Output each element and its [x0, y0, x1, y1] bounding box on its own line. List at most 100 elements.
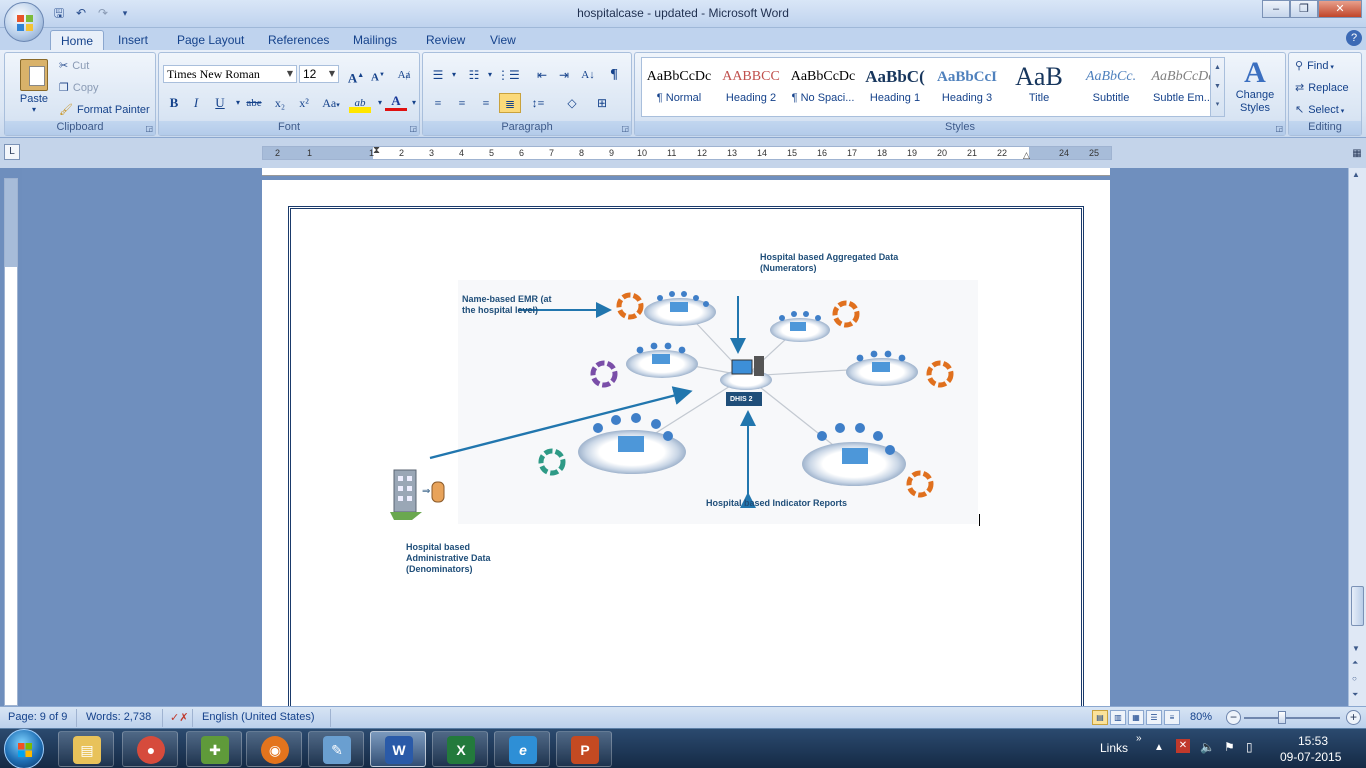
tab-review[interactable]: Review: [416, 30, 475, 50]
vertical-ruler[interactable]: [4, 178, 18, 706]
vertical-scrollbar[interactable]: ▲ ▼ ⏶ ○ ⏷: [1348, 168, 1366, 706]
restore-button[interactable]: ❐: [1290, 0, 1318, 18]
paste-button[interactable]: Paste ▾: [13, 57, 55, 119]
taskbar-notes[interactable]: ✎: [308, 731, 364, 767]
clear-formatting-icon[interactable]: Aⱥ: [393, 65, 415, 85]
style-subtle-emphasis[interactable]: AaBbCcDc Subtle Em...: [1150, 62, 1216, 114]
chevron-right-icon[interactable]: »: [1136, 733, 1142, 744]
align-center-icon[interactable]: ≡: [451, 93, 473, 113]
multilevel-list-icon[interactable]: ⋮☰: [497, 65, 520, 85]
tab-insert[interactable]: Insert: [108, 30, 158, 50]
style-heading-1[interactable]: AaBbC( Heading 1: [862, 62, 928, 114]
change-case-button[interactable]: Aa▾: [317, 93, 345, 113]
zoom-slider-thumb[interactable]: [1278, 711, 1286, 724]
chevron-down-icon[interactable]: ▼: [284, 66, 296, 82]
scroll-thumb[interactable]: [1351, 586, 1364, 626]
italic-button[interactable]: I: [185, 93, 207, 113]
full-screen-reading-icon[interactable]: ▥: [1110, 710, 1126, 725]
justify-icon[interactable]: ≣: [499, 93, 521, 113]
decrease-indent-icon[interactable]: ⇤: [531, 65, 553, 85]
chevron-down-icon[interactable]: ▼: [326, 66, 338, 82]
scroll-up-icon[interactable]: ▲: [1211, 58, 1224, 77]
borders-icon[interactable]: ⊞: [591, 93, 613, 113]
proofing-icon[interactable]: ✓✗: [170, 711, 188, 724]
outline-icon[interactable]: ☰: [1146, 710, 1162, 725]
tab-mailings[interactable]: Mailings: [343, 30, 407, 50]
view-ruler-icon[interactable]: ▦: [1350, 148, 1364, 162]
indent-marker-icon[interactable]: ⧗: [373, 145, 380, 157]
word-count[interactable]: Words: 2,738: [86, 711, 151, 723]
right-indent-marker-icon[interactable]: △: [1023, 149, 1030, 161]
office-button[interactable]: [4, 2, 44, 42]
style-heading-3[interactable]: AaBbCcI Heading 3: [934, 62, 1000, 114]
clock-date[interactable]: 09-07-2015: [1280, 750, 1341, 764]
bold-button[interactable]: B: [163, 93, 185, 113]
font-launcher-icon[interactable]: ◲: [409, 124, 417, 133]
help-icon[interactable]: ?: [1346, 30, 1362, 46]
scroll-down-icon[interactable]: ▼: [1352, 644, 1360, 653]
start-button[interactable]: [4, 729, 44, 768]
style-title[interactable]: AaB Title: [1006, 62, 1072, 114]
web-layout-icon[interactable]: ▦: [1128, 710, 1144, 725]
volume-icon[interactable]: 🔈: [1200, 740, 1215, 754]
network-warning-icon[interactable]: ✕: [1176, 739, 1190, 753]
minimize-button[interactable]: –: [1262, 0, 1290, 18]
grow-font-button[interactable]: A▲: [345, 65, 367, 85]
taskbar-firefox[interactable]: ◉: [246, 731, 302, 767]
show-formatting-marks-icon[interactable]: ¶: [603, 65, 625, 85]
find-button[interactable]: ⚲ Find ▾: [1295, 59, 1334, 72]
copy-button[interactable]: ❐ Copy: [59, 81, 99, 94]
page-indicator[interactable]: Page: 9 of 9: [8, 711, 67, 723]
print-layout-icon[interactable]: ▤: [1092, 710, 1108, 725]
zoom-level[interactable]: 80%: [1190, 711, 1212, 723]
browse-object-icon[interactable]: ○: [1352, 674, 1357, 683]
gallery-more-icon[interactable]: ▾: [1211, 96, 1224, 114]
styles-launcher-icon[interactable]: ◲: [1275, 124, 1283, 133]
taskbar-word[interactable]: W: [370, 731, 426, 767]
subscript-button[interactable]: x₂: [269, 93, 291, 113]
language-indicator[interactable]: English (United States): [202, 711, 315, 723]
previous-page-icon[interactable]: ⏶: [1352, 658, 1358, 668]
taskbar-ie[interactable]: e: [494, 731, 550, 767]
show-hidden-icons-icon[interactable]: ▲: [1154, 742, 1164, 753]
chevron-down-icon[interactable]: ▾: [443, 65, 465, 85]
close-button[interactable]: ✕: [1318, 0, 1362, 18]
paragraph-launcher-icon[interactable]: ◲: [621, 124, 629, 133]
highlight-button[interactable]: ab: [349, 93, 371, 113]
style-subtitle[interactable]: AaBbCc. Subtitle: [1078, 62, 1144, 114]
shading-icon[interactable]: ◇: [561, 93, 583, 113]
action-center-icon[interactable]: ⚑: [1224, 740, 1235, 754]
align-right-icon[interactable]: ≡: [475, 93, 497, 113]
battery-icon[interactable]: ▯: [1246, 740, 1253, 754]
shrink-font-button[interactable]: A▼: [367, 65, 389, 85]
scroll-down-icon[interactable]: ▼: [1211, 77, 1224, 96]
links-toolbar[interactable]: Links: [1100, 741, 1128, 755]
zoom-slider[interactable]: [1244, 717, 1340, 719]
style-no-spacing[interactable]: AaBbCcDc ¶ No Spaci...: [790, 62, 856, 114]
zoom-out-icon[interactable]: −: [1226, 710, 1241, 725]
line-spacing-icon[interactable]: ↕≡: [527, 93, 549, 113]
select-button[interactable]: ↖ Select ▾: [1295, 103, 1344, 116]
superscript-button[interactable]: x²: [293, 93, 315, 113]
scroll-up-icon[interactable]: ▲: [1352, 170, 1360, 179]
increase-indent-icon[interactable]: ⇥: [553, 65, 575, 85]
replace-button[interactable]: ⇄ Replace: [1295, 81, 1349, 94]
horizontal-ruler[interactable]: 2 1 1 2 3 4 5 6 7 8 9 10 11 12 13 14 15 …: [262, 145, 1112, 161]
draft-icon[interactable]: ≡: [1164, 710, 1180, 725]
font-name-box[interactable]: Times New Roman ▼: [163, 65, 297, 83]
gallery-scroll[interactable]: ▲ ▼ ▾: [1210, 58, 1224, 116]
align-left-icon[interactable]: ≡: [427, 93, 449, 113]
tab-selector-icon[interactable]: L: [4, 144, 20, 160]
document-page[interactable]: ⇒ Hospital based Aggregated Data (Numera…: [262, 180, 1110, 706]
taskbar-explorer[interactable]: ▤: [58, 731, 114, 767]
change-styles-button[interactable]: A Change Styles: [1229, 57, 1281, 115]
format-painter-button[interactable]: 🖌 Format Painter: [59, 103, 150, 116]
tab-references[interactable]: References: [258, 30, 339, 50]
next-page-icon[interactable]: ⏷: [1352, 690, 1358, 700]
zoom-in-icon[interactable]: +: [1346, 710, 1361, 725]
strikethrough-button[interactable]: abe: [243, 93, 265, 113]
cut-button[interactable]: ✂ Cut: [59, 59, 89, 72]
font-size-box[interactable]: 12 ▼: [299, 65, 339, 83]
clock-time[interactable]: 15:53: [1298, 734, 1328, 748]
taskbar-excel[interactable]: X: [432, 731, 488, 767]
